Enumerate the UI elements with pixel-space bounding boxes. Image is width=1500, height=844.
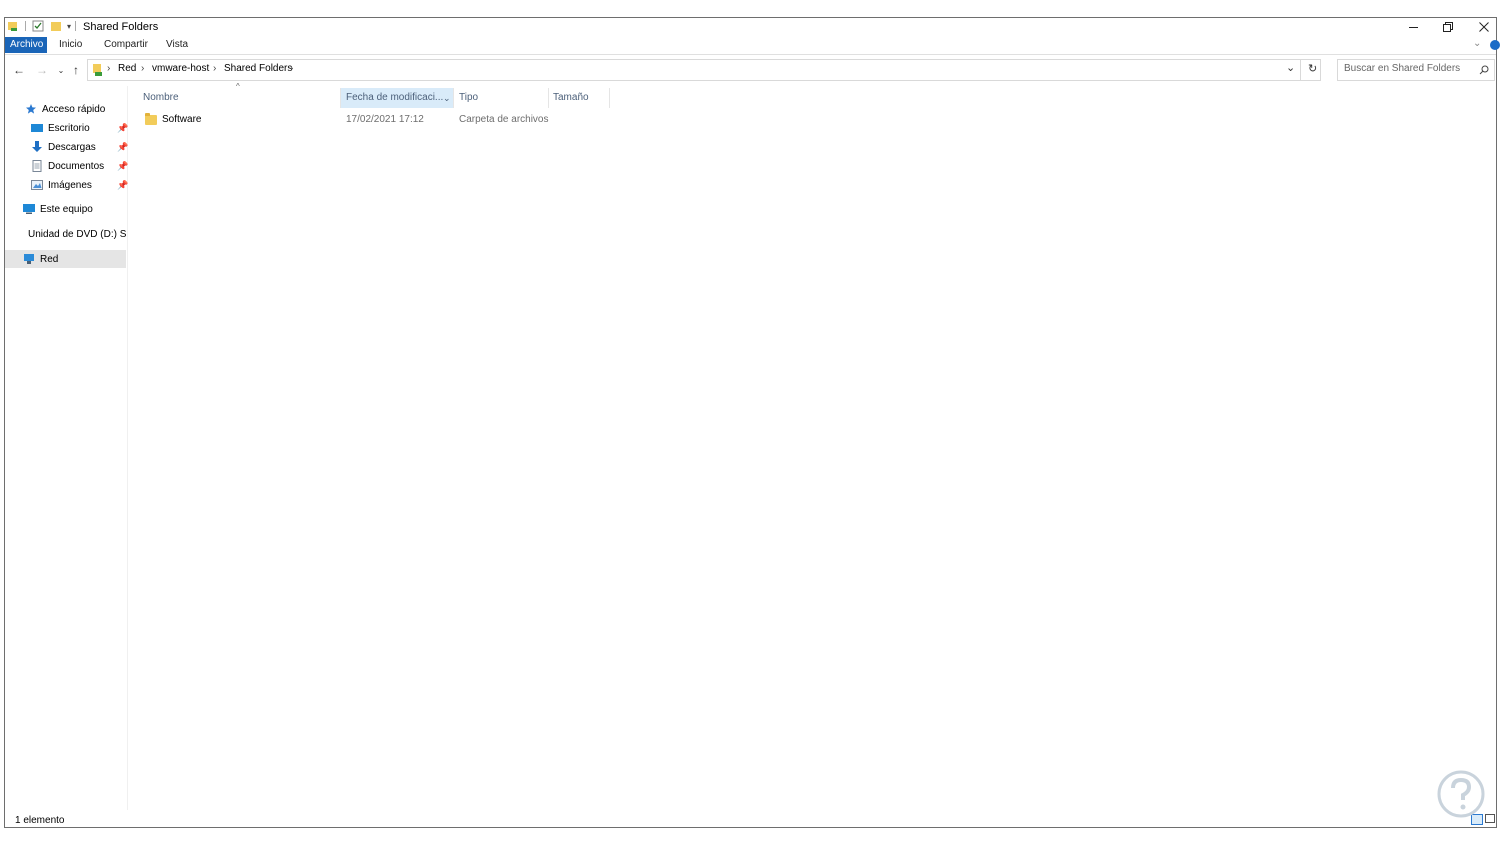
file-date: 17/02/2021 17:12 — [346, 114, 424, 125]
search-placeholder: Buscar en Shared Folders — [1344, 63, 1461, 74]
window-title: Shared Folders — [83, 21, 159, 33]
navigation-pane: Acceso rápido Escritorio 📌 Descargas 📌 D… — [5, 86, 128, 810]
sidebar-item-label: Documentos — [48, 160, 105, 172]
properties-icon[interactable] — [32, 20, 44, 32]
column-header-tipo[interactable]: Tipo — [459, 88, 547, 108]
breadcrumb-vmware-host[interactable]: vmware-host — [152, 63, 209, 74]
download-icon — [32, 141, 42, 152]
documents-icon — [32, 160, 42, 172]
navigation-bar: ← → ⌄ ↑ › Red › vmware-host › Shared Fol… — [5, 57, 1496, 83]
breadcrumb-separator-icon: › — [107, 63, 111, 74]
sidebar-item-label: Este equipo — [40, 203, 93, 215]
restore-button[interactable] — [1432, 18, 1464, 36]
column-divider — [453, 88, 454, 108]
address-dropdown-icon[interactable]: ⌄ — [1286, 61, 1295, 74]
pin-icon[interactable]: 📌 — [117, 180, 128, 191]
breadcrumb-red[interactable]: Red — [118, 63, 136, 74]
folder-icon — [145, 113, 157, 125]
network-icon — [24, 254, 34, 264]
pin-icon[interactable]: 📌 — [117, 142, 128, 153]
sidebar-item-label: Descargas — [48, 141, 96, 153]
forward-button[interactable]: → — [33, 61, 51, 79]
column-header-nombre[interactable]: Nombre — [142, 88, 341, 108]
network-location-icon — [93, 64, 102, 76]
tab-compartir[interactable]: Compartir — [98, 37, 154, 53]
sidebar-item-descargas[interactable]: Descargas 📌 — [5, 138, 128, 156]
sidebar-item-label: Escritorio — [48, 122, 90, 134]
close-icon — [1479, 22, 1489, 32]
sidebar-item-este-equipo[interactable]: Este equipo — [5, 200, 126, 218]
sidebar-item-imagenes[interactable]: Imágenes 📌 — [5, 176, 128, 194]
restore-icon — [1443, 22, 1453, 32]
sidebar-item-label: Acceso rápido — [42, 103, 106, 115]
back-button[interactable]: ← — [10, 61, 28, 79]
expand-ribbon-chevron-icon[interactable]: ⌄ — [1473, 38, 1481, 49]
sidebar-item-red[interactable]: Red — [5, 250, 126, 268]
search-box[interactable]: Buscar en Shared Folders — [1337, 59, 1495, 81]
column-header-tamano[interactable]: Tamaño — [553, 88, 609, 108]
file-row[interactable]: Software 17/02/2021 17:12 Carpeta de arc… — [142, 112, 612, 128]
new-folder-icon[interactable] — [50, 20, 62, 32]
sidebar-item-label: Unidad de DVD (D:) S — [28, 228, 126, 240]
sidebar-item-documentos[interactable]: Documentos 📌 — [5, 157, 128, 175]
breadcrumb-separator-icon: › — [290, 63, 294, 74]
breadcrumb-shared-folders[interactable]: Shared Folders — [224, 63, 292, 74]
pictures-icon — [31, 180, 43, 190]
ribbon-tabs: Archivo Inicio Compartir Vista ⌄ — [5, 36, 1500, 55]
file-type: Carpeta de archivos — [459, 114, 549, 125]
minimize-icon — [1408, 26, 1418, 28]
breadcrumb-separator-icon: › — [213, 63, 217, 74]
sidebar-item-label: Imágenes — [48, 179, 92, 191]
customize-toolbar-chevron-icon[interactable]: ▾ — [67, 22, 71, 31]
column-header-fecha[interactable]: Fecha de modificaci... ⌄ — [341, 88, 453, 108]
pin-icon[interactable]: 📌 — [117, 123, 128, 134]
up-button[interactable]: ↑ — [67, 61, 85, 79]
column-header-fecha-label: Fecha de modificaci... — [346, 92, 444, 103]
help-icon[interactable] — [1490, 40, 1500, 50]
status-item-count: 1 elemento — [15, 815, 65, 826]
watermark-logo — [1437, 770, 1485, 818]
up-arrow-icon: ↑ — [73, 63, 79, 77]
breadcrumb-separator-icon: › — [141, 63, 145, 74]
column-filter-chevron-icon[interactable]: ⌄ — [443, 88, 451, 108]
sidebar-item-dvd-drive[interactable]: Unidad de DVD (D:) S — [5, 225, 126, 243]
forward-arrow-icon: → — [36, 63, 48, 77]
tab-archivo[interactable]: Archivo — [5, 37, 47, 53]
sidebar-item-label: Red — [40, 253, 59, 265]
tab-vista[interactable]: Vista — [160, 37, 194, 53]
sidebar-item-acceso-rapido[interactable]: Acceso rápido — [5, 100, 126, 118]
star-icon — [26, 104, 36, 114]
file-name: Software — [162, 114, 202, 125]
close-button[interactable] — [1468, 18, 1500, 36]
toolbar-divider — [75, 21, 77, 31]
sidebar-item-escritorio[interactable]: Escritorio 📌 — [5, 119, 128, 137]
file-explorer-window: ▾ Shared Folders Archivo Inicio Comparti… — [4, 17, 1500, 828]
toolbar-divider — [25, 21, 26, 31]
address-bar[interactable]: › Red › vmware-host › Shared Folders › ⌄… — [87, 59, 1321, 81]
pin-icon[interactable]: 📌 — [117, 161, 128, 172]
column-divider — [548, 88, 549, 108]
search-icon — [1479, 65, 1489, 75]
network-folder-icon — [8, 22, 17, 31]
minimize-button[interactable] — [1397, 18, 1429, 36]
address-divider — [1300, 60, 1301, 80]
column-divider — [609, 88, 610, 108]
desktop-icon — [31, 124, 43, 132]
chevron-down-icon: ⌄ — [57, 65, 65, 75]
quick-access-toolbar: ▾ — [7, 20, 80, 32]
back-arrow-icon: ← — [13, 63, 25, 77]
tab-inicio[interactable]: Inicio — [53, 37, 88, 53]
refresh-icon[interactable]: ↻ — [1308, 62, 1317, 75]
title-bar: ▾ Shared Folders — [5, 18, 1496, 36]
computer-icon — [23, 204, 35, 214]
